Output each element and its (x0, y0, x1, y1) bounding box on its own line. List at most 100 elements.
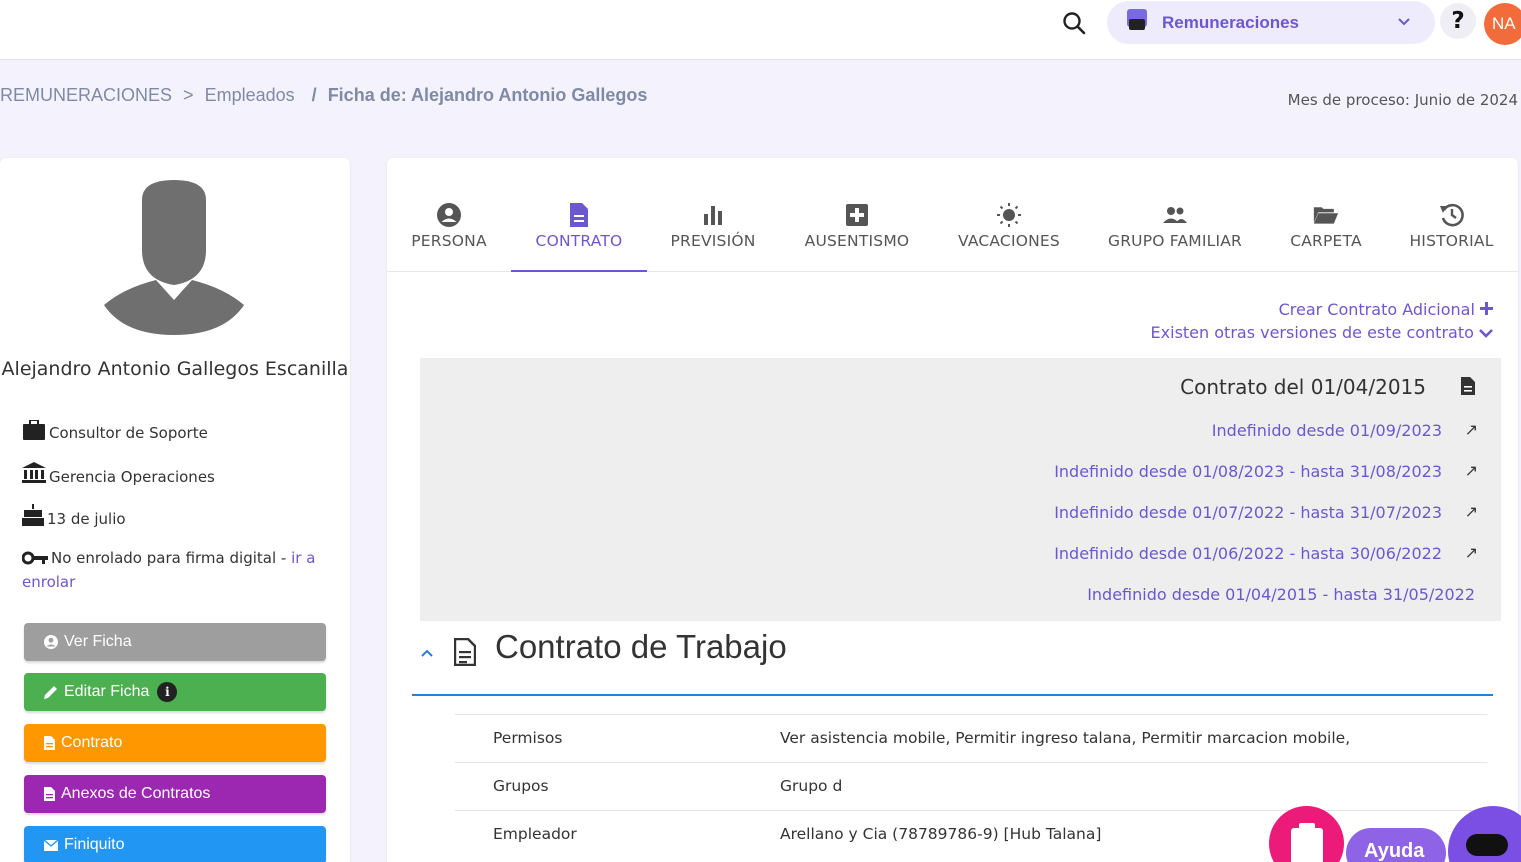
tab-label: HISTORIAL (1409, 232, 1494, 250)
version-link[interactable]: Indefinido desde 01/08/2023 - hasta 31/0… (1054, 462, 1442, 481)
breadcrumb-separator: / (311, 85, 317, 105)
medical-plus-icon (846, 204, 868, 226)
tab-grupo-familiar[interactable]: GRUPO FAMILIAR (1083, 198, 1267, 272)
document-icon[interactable] (1461, 377, 1475, 399)
create-additional-contract-link[interactable]: Crear Contrato Adicional (1279, 300, 1493, 319)
edit-profile-button[interactable]: Editar Ficha i (24, 673, 326, 711)
birthday-cake-icon (22, 504, 44, 530)
open-external-icon[interactable]: ↗ (1465, 543, 1478, 562)
chat-fab[interactable] (1448, 806, 1521, 862)
table-row: Permisos Ver asistencia mobile, Permitir… (455, 714, 1487, 762)
other-versions-toggle[interactable]: Existen otras versiones de este contrato (1151, 323, 1493, 342)
bar-chart-icon (704, 206, 722, 225)
open-external-icon[interactable]: ↗ (1465, 502, 1478, 521)
breadcrumb-separator: > (183, 85, 194, 105)
table-row: Grupos Grupo d (455, 762, 1487, 810)
other-versions-label: Existen otras versiones de este contrato (1150, 323, 1474, 342)
section-title: Contrato de Trabajo (495, 628, 787, 665)
contract-section-header: Contrato de Trabajo (412, 628, 1493, 696)
employee-role: Consultor de Soporte (22, 419, 208, 444)
employee-name: Alejandro Antonio Gallegos Escanilla (1, 358, 349, 380)
person-circle-icon (44, 635, 58, 649)
row-key: Permisos (493, 729, 563, 747)
tab-label: PREVISIÓN (670, 232, 756, 250)
contract-versions-panel: Contrato del 01/04/2015 Indefinido desde… (420, 358, 1501, 621)
document-icon (44, 787, 55, 801)
view-profile-label: Ver Ficha (64, 633, 132, 650)
document-icon (44, 736, 55, 750)
breadcrumb: REMUNERACIONES > Empleados / Ficha de: A… (0, 85, 647, 106)
folder-open-icon (1313, 207, 1339, 224)
module-icon (1127, 9, 1149, 31)
briefcase-icon (22, 419, 46, 444)
tab-ausentismo[interactable]: AUSENTISMO (779, 198, 935, 272)
create-additional-contract-label: Crear Contrato Adicional (1278, 300, 1475, 319)
key-icon (21, 549, 48, 571)
contract-button[interactable]: Contrato (24, 724, 326, 762)
version-link[interactable]: Indefinido desde 01/04/2015 - hasta 31/0… (1087, 585, 1475, 604)
search-icon[interactable] (1060, 9, 1090, 39)
tab-persona[interactable]: PERSONA (387, 198, 511, 272)
clipboard-fab[interactable] (1269, 806, 1344, 862)
open-external-icon[interactable]: ↗ (1465, 461, 1478, 480)
tab-label: CARPETA (1290, 232, 1362, 250)
sun-icon (997, 203, 1021, 227)
row-key: Grupos (493, 777, 549, 795)
version-link[interactable]: Indefinido desde 01/06/2022 - hasta 30/0… (1054, 544, 1442, 563)
tab-label: VACACIONES (958, 232, 1060, 250)
employee-department: Gerencia Operaciones (22, 462, 215, 488)
plus-icon (1480, 300, 1493, 319)
tab-carpeta[interactable]: CARPETA (1267, 198, 1385, 272)
tab-label: PERSONA (411, 232, 487, 250)
version-link[interactable]: Indefinido desde 01/09/2023 (1212, 421, 1442, 440)
edit-profile-label: Editar Ficha (64, 683, 150, 700)
pencil-icon (44, 685, 58, 699)
tab-vacaciones[interactable]: VACACIONES (935, 198, 1083, 272)
person-circle-icon (437, 203, 461, 227)
employee-birthday-text: 13 de julio (47, 510, 126, 528)
employee-signature-status: No enrolado para firma digital - ir a en… (21, 547, 332, 593)
document-icon (453, 637, 477, 670)
row-value: Ver asistencia mobile, Permitir ingreso … (780, 729, 1351, 747)
tab-prevision[interactable]: PREVISIÓN (647, 198, 779, 272)
chevron-up-icon[interactable] (420, 642, 434, 663)
tab-bar: PERSONA CONTRATO PREVISIÓN AUSENTISMO VA… (387, 198, 1518, 272)
contract-label: Contrato (61, 734, 123, 751)
breadcrumb-current: Ficha de: Alejandro Antonio Gallegos (327, 85, 648, 105)
bank-icon (22, 462, 46, 488)
employee-role-text: Consultor de Soporte (49, 424, 208, 442)
info-icon[interactable]: i (157, 682, 178, 702)
view-profile-button[interactable]: Ver Ficha (24, 623, 326, 661)
process-month: Mes de proceso: Junio de 2024 (1287, 91, 1518, 109)
profile-picture (104, 180, 244, 335)
module-label: Remuneraciones (1162, 13, 1299, 32)
chevron-down-icon (1479, 323, 1493, 342)
contract-annexes-button[interactable]: Anexos de Contratos (24, 775, 326, 813)
main-card: PERSONA CONTRATO PREVISIÓN AUSENTISMO VA… (387, 158, 1518, 862)
breadcrumb-section[interactable]: Empleados (205, 85, 295, 105)
contract-annexes-label: Anexos de Contratos (61, 785, 211, 802)
top-bar: Remuneraciones ? NA (0, 0, 1521, 60)
module-selector[interactable]: Remuneraciones (1107, 1, 1435, 44)
document-icon (570, 203, 588, 227)
open-external-icon[interactable]: ↗ (1465, 420, 1478, 439)
tab-historial[interactable]: HISTORIAL (1385, 198, 1518, 272)
tab-label: CONTRATO (535, 232, 623, 250)
row-key: Empleador (493, 825, 577, 843)
employee-birthday: 13 de julio (22, 504, 126, 530)
signature-status-text: No enrolado para firma digital - (51, 549, 287, 567)
version-link[interactable]: Indefinido desde 01/07/2022 - hasta 31/0… (1054, 503, 1442, 522)
row-value: Arellano y Cia (78789786-9) [Hub Talana] (780, 825, 1102, 843)
employee-card: Alejandro Antonio Gallegos Escanilla Con… (0, 158, 350, 862)
user-avatar[interactable]: NA (1484, 3, 1521, 45)
breadcrumb-root[interactable]: REMUNERACIONES (0, 85, 172, 105)
row-value: Grupo d (780, 777, 843, 795)
people-icon (1163, 207, 1187, 223)
help-fab[interactable]: Ayuda (1346, 828, 1446, 862)
tab-contrato[interactable]: CONTRATO (511, 198, 647, 272)
help-button[interactable]: ? (1440, 3, 1476, 39)
tab-label: GRUPO FAMILIAR (1107, 232, 1243, 250)
settlement-button[interactable]: Finiquito (24, 826, 326, 862)
chevron-down-icon (1396, 13, 1412, 29)
settlement-label: Finiquito (64, 836, 125, 853)
